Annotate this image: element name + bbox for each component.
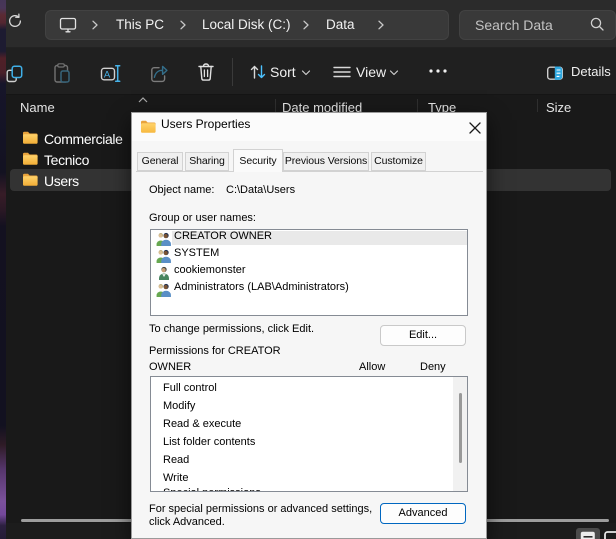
svg-text:A: A	[104, 69, 111, 80]
